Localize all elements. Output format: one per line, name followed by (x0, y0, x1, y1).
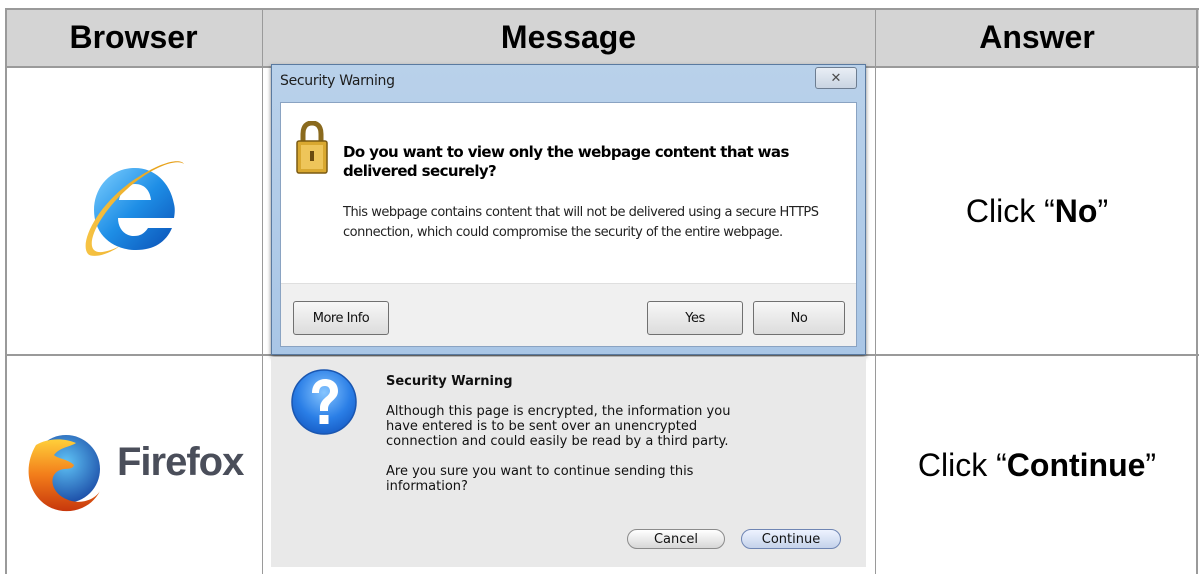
firefox-dialog-line-3: connection and could easily be read by a… (386, 434, 729, 449)
firefox-dialog-title: Security Warning (386, 374, 513, 389)
firefox-icon (28, 435, 101, 512)
firefox-dialog-line-1: Although this page is encrypted, the inf… (386, 404, 731, 419)
firefox-wordmark: Firefox (117, 440, 244, 484)
firefox-dialog-line-5: information? (386, 479, 468, 494)
cancel-button[interactable]: Cancel (627, 529, 725, 549)
ie-security-dialog: Security Warning ✕ Do you want to view o… (271, 64, 866, 355)
ie-dialog-description: This webpage contains content that will … (343, 205, 819, 240)
answer-suffix: ” (1097, 192, 1109, 229)
ie-dialog-title: Security Warning (280, 73, 395, 89)
internet-explorer-icon (85, 161, 184, 256)
no-button[interactable]: No (753, 301, 845, 335)
continue-button[interactable]: Continue (741, 529, 841, 549)
firefox-dialog-line-2: have entered is to be sent over an unenc… (386, 419, 698, 434)
answer-row-2: Click “Continue” (875, 356, 1199, 574)
header-message: Message (500, 18, 637, 55)
firefox-dialog-line-4: Are you sure you want to continue sendin… (386, 464, 694, 479)
yes-button[interactable]: Yes (647, 301, 743, 335)
answer-suffix: ” (1145, 446, 1157, 483)
header-answer: Answer (979, 18, 1095, 55)
padlock-icon (296, 121, 328, 174)
grid-line-top (5, 8, 1199, 10)
firefox-security-dialog: Security Warning Although this page is e… (271, 357, 866, 567)
question-icon (291, 369, 357, 435)
answer-prefix: Click “ (965, 192, 1055, 229)
ie-dialog-question: Do you want to view only the webpage con… (343, 143, 789, 180)
grid-line-left (5, 8, 7, 574)
answer-bold-continue: Continue (1006, 446, 1146, 483)
grid-line-col1 (262, 8, 263, 574)
answer-bold-no: No (1054, 192, 1098, 229)
answer-row-1: Click “No” (875, 68, 1199, 354)
close-button[interactable]: ✕ (815, 67, 857, 89)
close-icon: ✕ (830, 70, 842, 85)
header-browser: Browser (69, 18, 198, 55)
more-info-button[interactable]: More Info (293, 301, 389, 335)
answer-prefix: Click “ (917, 446, 1007, 483)
ie-dialog-body: Do you want to view only the webpage con… (280, 102, 857, 347)
